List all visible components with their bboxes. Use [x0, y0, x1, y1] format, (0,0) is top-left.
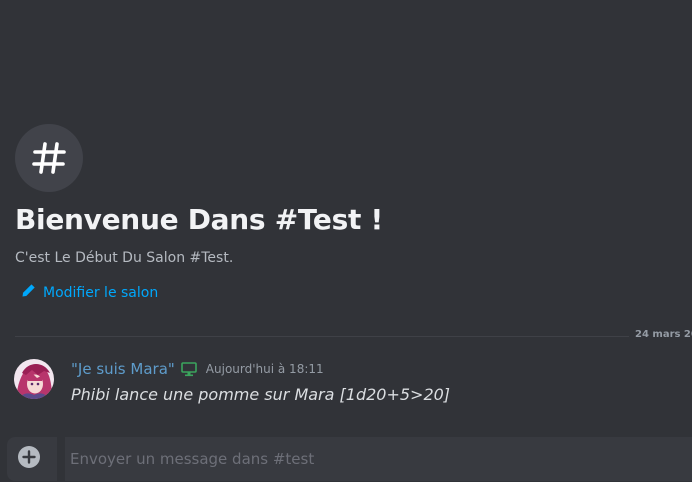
edit-channel-label: Modifier le salon	[43, 284, 159, 301]
message-input[interactable]	[70, 437, 690, 481]
date-divider	[15, 336, 692, 337]
composer-divider	[57, 437, 65, 481]
hashtag-icon	[15, 124, 83, 192]
message-header: "Je suis Mara" Aujourd'hui à 18:11	[71, 360, 324, 378]
pencil-icon	[21, 283, 36, 302]
desktop-icon	[180, 361, 197, 377]
message-author[interactable]: "Je suis Mara"	[71, 360, 175, 378]
message-composer	[7, 437, 692, 481]
channel-welcome-subtitle: C'est Le Début Du Salon #Test.	[15, 250, 234, 266]
attach-button[interactable]	[7, 437, 51, 481]
chat-view: Bienvenue Dans #Test ! C'est Le Début Du…	[0, 0, 692, 482]
channel-welcome-title: Bienvenue Dans #Test !	[15, 203, 383, 236]
edit-channel-link[interactable]: Modifier le salon	[21, 283, 158, 302]
date-divider-label: 24 mars 20	[629, 329, 692, 340]
plus-circle-icon	[17, 445, 41, 473]
message-timestamp: Aujourd'hui à 18:11	[205, 362, 324, 376]
avatar[interactable]	[14, 359, 54, 399]
message-content: Phibi lance une pomme sur Mara [1d20+5>2…	[71, 385, 451, 404]
